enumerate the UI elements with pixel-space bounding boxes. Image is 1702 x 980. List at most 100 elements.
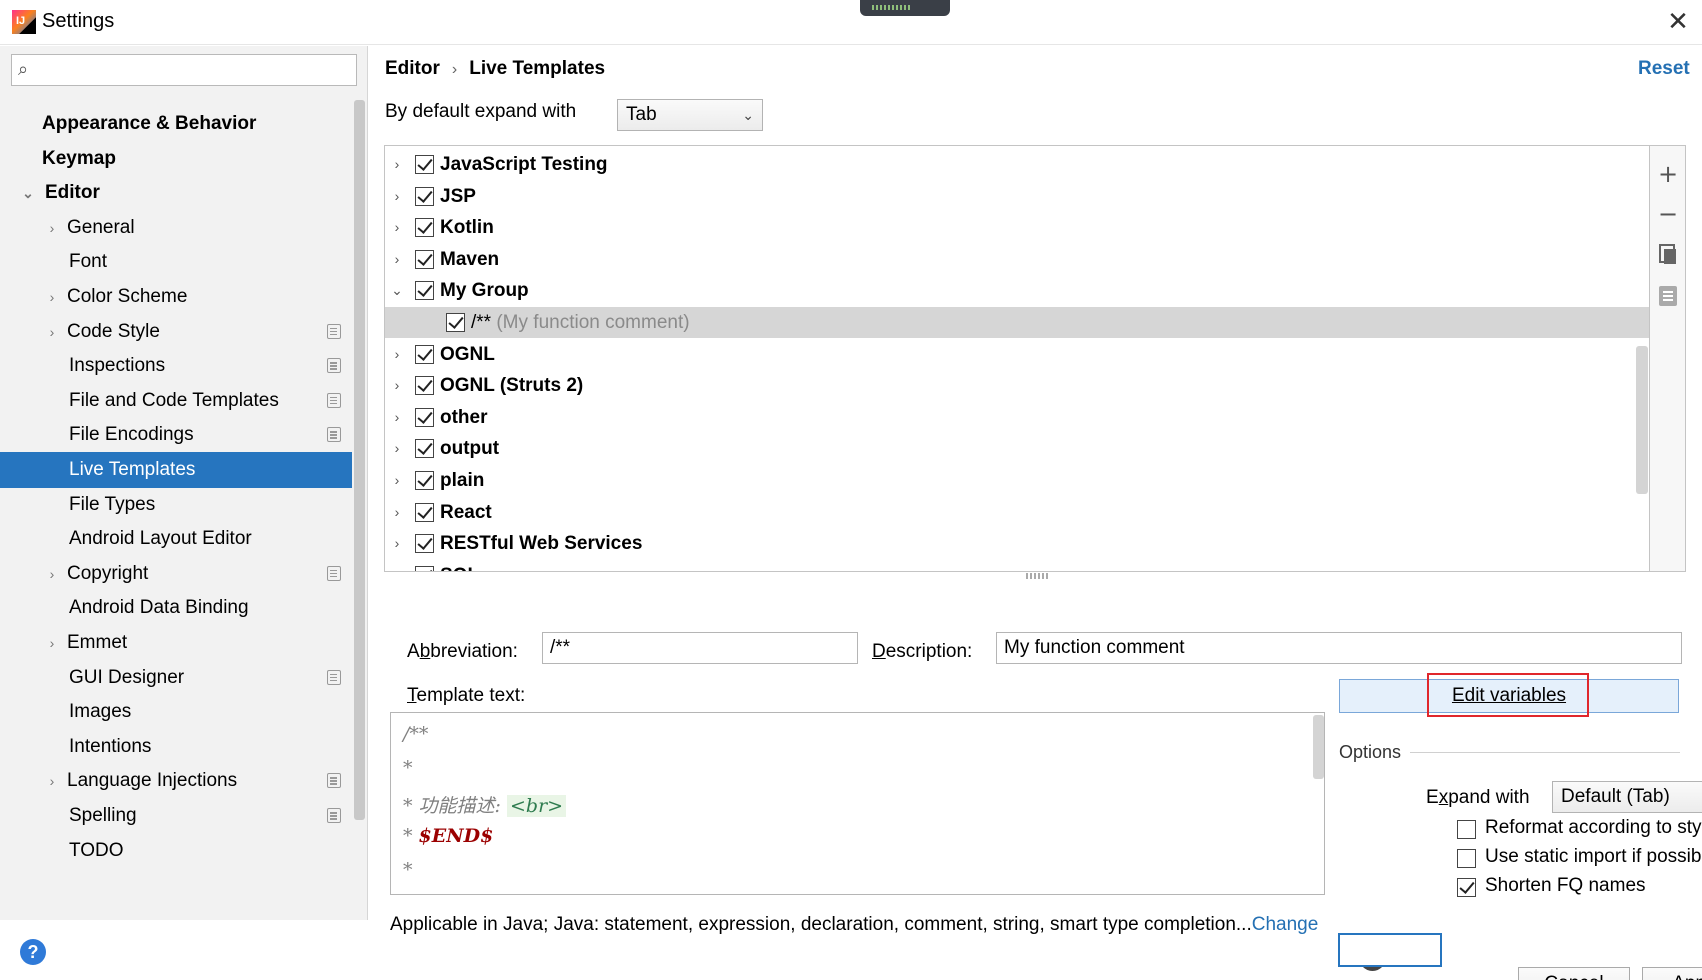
group-checkbox[interactable]	[415, 534, 434, 554]
option-checkbox[interactable]	[1457, 878, 1476, 897]
sidebar-item[interactable]: ⌄ Editor	[0, 175, 352, 211]
sidebar-item[interactable]: Android Layout Editor	[0, 521, 352, 557]
group-checkbox[interactable]	[415, 502, 434, 522]
template-group-row[interactable]: › JSP	[385, 181, 1649, 212]
group-checkbox[interactable]	[415, 344, 434, 364]
description-input[interactable]	[996, 632, 1682, 664]
group-checkbox[interactable]	[415, 376, 434, 396]
chevron-right-icon[interactable]: ›	[389, 402, 405, 433]
group-checkbox[interactable]	[415, 439, 434, 459]
sidebar-item[interactable]: › General	[0, 210, 352, 246]
sidebar-scrollbar[interactable]	[354, 100, 365, 820]
chevron-right-icon[interactable]: ›	[389, 212, 405, 243]
group-checkbox[interactable]	[415, 471, 434, 490]
sidebar-item[interactable]: TODO	[0, 833, 352, 869]
template-group-row[interactable]: › Kotlin	[385, 212, 1649, 243]
sidebar-item[interactable]: Android Data Binding	[0, 590, 352, 626]
sidebar-item[interactable]: Intentions	[0, 729, 352, 765]
live-templates-tree[interactable]: › JavaScript Testing › JSP › Kotlin › Maven ⌄ My …	[384, 145, 1650, 572]
option-label[interactable]: Use static import if possible	[1485, 846, 1702, 868]
sidebar-item[interactable]: › Emmet	[0, 625, 352, 661]
chevron-right-icon[interactable]: ›	[389, 433, 405, 464]
template-checkbox[interactable]	[446, 313, 465, 332]
chevron-right-icon[interactable]: ›	[44, 279, 60, 315]
template-group-row[interactable]: › output	[385, 433, 1649, 464]
chevron-right-icon[interactable]: ›	[44, 314, 60, 350]
search-input[interactable]	[48, 58, 348, 82]
chevron-right-icon[interactable]: ›	[389, 149, 405, 180]
sidebar-item[interactable]: › Copyright	[0, 556, 352, 592]
template-group-row[interactable]: › plain	[385, 465, 1649, 496]
sidebar-item[interactable]: GUI Designer	[0, 660, 352, 696]
template-group-row[interactable]: › OGNL (Struts 2)	[385, 370, 1649, 401]
sidebar-item[interactable]: Images	[0, 694, 352, 730]
group-checkbox[interactable]	[415, 155, 434, 174]
chevron-right-icon[interactable]: ›	[389, 528, 405, 559]
template-group-row[interactable]: › SQL	[385, 560, 1649, 571]
option-label[interactable]: Shorten FQ names	[1485, 875, 1646, 897]
option-checkbox[interactable]	[1457, 820, 1476, 839]
sidebar-item[interactable]: Appearance & Behavior	[0, 106, 352, 142]
group-checkbox[interactable]	[415, 186, 434, 206]
breadcrumb-item-editor[interactable]: Editor	[385, 58, 440, 79]
template-text-editor[interactable]: /** * * 功能描述: <br> * $END$ *	[390, 712, 1325, 895]
template-group-row[interactable]: › RESTful Web Services	[385, 528, 1649, 559]
chevron-right-icon[interactable]: ›	[44, 625, 60, 661]
reset-link[interactable]: Reset	[1638, 58, 1690, 80]
remove-icon[interactable]: −	[1656, 202, 1680, 226]
group-checkbox[interactable]	[415, 218, 434, 238]
template-group-row[interactable]: › JavaScript Testing	[385, 149, 1649, 180]
group-checkbox[interactable]	[415, 565, 434, 571]
template-group-row[interactable]: ⌄ My Group	[385, 275, 1649, 306]
cancel-button[interactable]: Cancel	[1518, 967, 1630, 980]
search-field[interactable]: ⌕	[11, 54, 357, 86]
chevron-right-icon[interactable]: ›	[44, 556, 60, 592]
screen-capture-widget[interactable]	[860, 0, 950, 16]
change-contexts-link[interactable]: Change	[1252, 914, 1319, 935]
sidebar-item[interactable]: › Color Scheme	[0, 279, 352, 315]
chevron-right-icon[interactable]: ›	[389, 339, 405, 370]
sidebar-item[interactable]: Keymap	[0, 141, 352, 177]
group-checkbox[interactable]	[415, 249, 434, 269]
tree-scrollbar[interactable]	[1636, 346, 1648, 494]
template-scrollbar[interactable]	[1313, 715, 1324, 779]
sidebar-item[interactable]: Spelling	[0, 798, 352, 834]
splitter-handle[interactable]	[1026, 573, 1050, 579]
chevron-down-icon[interactable]: ⌄	[20, 175, 36, 211]
group-checkbox[interactable]	[415, 407, 434, 427]
chevron-right-icon[interactable]: ›	[389, 370, 405, 401]
abbreviation-input[interactable]	[542, 632, 858, 664]
chevron-right-icon[interactable]: ›	[44, 210, 60, 246]
chevron-right-icon[interactable]: ›	[389, 181, 405, 212]
template-group-row[interactable]: › other	[385, 402, 1649, 433]
template-row[interactable]: /** (My function comment)	[385, 307, 1649, 338]
chevron-right-icon[interactable]: ›	[389, 465, 405, 496]
chevron-right-icon[interactable]: ›	[44, 763, 60, 799]
sidebar-item[interactable]: File and Code Templates	[0, 383, 352, 419]
option-checkbox[interactable]	[1457, 849, 1476, 868]
restore-defaults-icon[interactable]	[1659, 286, 1677, 306]
chevron-right-icon[interactable]: ›	[389, 560, 405, 571]
template-group-row[interactable]: › Maven	[385, 244, 1649, 275]
duplicate-icon[interactable]	[1659, 244, 1677, 264]
sidebar-item[interactable]: › Language Injections	[0, 763, 352, 799]
option-label[interactable]: Reformat according to style	[1485, 817, 1702, 839]
sidebar-item[interactable]: File Encodings	[0, 417, 352, 453]
default-expand-select[interactable]: Tab ⌄	[617, 99, 763, 131]
help-button[interactable]: ?	[20, 939, 46, 965]
template-group-row[interactable]: › React	[385, 497, 1649, 528]
template-group-row[interactable]: › OGNL	[385, 339, 1649, 370]
add-icon[interactable]: +	[1656, 162, 1680, 186]
expand-with-select[interactable]: Default (Tab) ⌄	[1552, 781, 1702, 813]
apply-button[interactable]: Apply	[1642, 967, 1702, 980]
chevron-right-icon[interactable]: ›	[389, 497, 405, 528]
group-checkbox[interactable]	[415, 281, 434, 301]
sidebar-item[interactable]: Live Templates	[0, 452, 352, 488]
chevron-right-icon[interactable]: ›	[389, 244, 405, 275]
chevron-down-icon[interactable]: ⌄	[389, 275, 405, 306]
sidebar-item[interactable]: › Code Style	[0, 314, 352, 350]
sidebar-item[interactable]: File Types	[0, 487, 352, 523]
sidebar-item[interactable]: Inspections	[0, 348, 352, 384]
ok-button[interactable]	[1338, 933, 1442, 967]
sidebar-item[interactable]: Font	[0, 244, 352, 280]
